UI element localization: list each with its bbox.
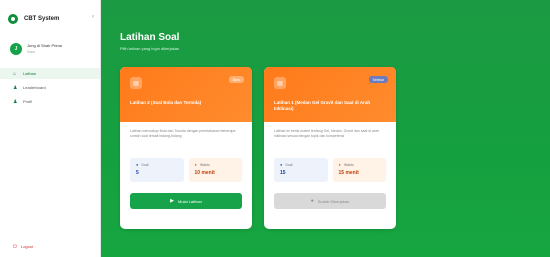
card-stats: ● Soal 15 ● Waktu 15 menit	[274, 158, 386, 182]
home-icon: ⌂	[13, 70, 17, 77]
stat-value: 15 menit	[338, 170, 359, 176]
stat-label: Waktu	[199, 162, 210, 167]
sidebar-item-leaderboard[interactable]: ♟ Leaderboard	[0, 82, 100, 93]
exercise-card: ▤ Selesai Latihan 1 (Medan Gel Gravit da…	[264, 67, 396, 229]
stat-value: 15	[280, 170, 286, 176]
sidebar-item-label: Profil	[23, 99, 33, 104]
time-stat: ● Waktu 10 menit	[188, 158, 242, 182]
status-badge: Baru	[228, 76, 244, 83]
status-badge: Selesai	[368, 76, 388, 83]
question-icon: ●	[136, 162, 139, 167]
brand: CBT System ‹	[8, 12, 98, 26]
exercise-card: ▤ Baru Latihan 2 (Soal Bola dan Toroida)…	[120, 67, 252, 229]
play-icon: ▶	[170, 198, 175, 204]
card-header: ▤ Selesai Latihan 1 (Medan Gel Gravit da…	[264, 67, 396, 122]
avatar: J	[10, 43, 22, 55]
card-description: Latihan ini berisi materi tentang Gel, M…	[274, 129, 380, 138]
sidebar-item-label: Latihan	[23, 71, 37, 76]
question-count-stat: ● Soal 15	[274, 158, 328, 182]
clock-icon: ●	[194, 162, 197, 167]
main-content: Latihan Soal Pilih latihan yang ingin di…	[101, 0, 550, 257]
clock-icon: ●	[338, 162, 341, 167]
logout-button[interactable]: ⏻ Logout	[13, 242, 33, 251]
check-icon: ●	[310, 198, 314, 204]
button-label: Sudah Dikerjakan	[317, 198, 350, 204]
question-icon: ●	[280, 162, 283, 167]
stat-value: 10 menit	[194, 170, 215, 176]
user-role: Guru	[27, 50, 35, 54]
brand-logo-icon	[8, 14, 18, 24]
page-subtitle: Pilih latihan yang ingin dikerjakan	[120, 46, 180, 51]
start-exercise-button[interactable]: ▶ Mulai Latihan	[130, 193, 242, 209]
user-icon: ♟	[13, 98, 18, 105]
logout-label: Logout	[20, 244, 34, 249]
time-stat: ● Waktu 15 menit	[332, 158, 386, 182]
book-icon: ▤	[130, 77, 142, 89]
sidebar-item-profil[interactable]: ♟ Profil	[0, 96, 100, 107]
sidebar-item-label: Leaderboard	[23, 85, 46, 90]
stat-label: Waktu	[343, 162, 354, 167]
sidebar-item-latihan[interactable]: ⌂ Latihan	[0, 68, 100, 79]
stat-value: 5	[136, 170, 139, 176]
sidebar: CBT System ‹ J Jung di Shah Prima Guru ⌂…	[0, 0, 101, 257]
card-header: ▤ Baru Latihan 2 (Soal Bola dan Toroida)	[120, 67, 252, 122]
user-shield-icon: ♟	[13, 84, 18, 91]
button-label: Mulai Latihan	[178, 198, 202, 204]
sidebar-nav: ⌂ Latihan ♟ Leaderboard ♟ Profil	[0, 68, 100, 110]
page-title: Latihan Soal	[120, 32, 180, 43]
card-title: Latihan 2 (Soal Bola dan Toroida)	[130, 100, 202, 105]
completed-exercise-button[interactable]: ● Sudah Dikerjakan	[274, 193, 386, 209]
power-icon: ⏻	[13, 243, 17, 250]
brand-name: CBT System	[24, 16, 60, 22]
card-stats: ● Soal 5 ● Waktu 10 menit	[130, 158, 242, 182]
stat-label: Soal	[141, 162, 149, 167]
stat-label: Soal	[285, 162, 293, 167]
collapse-sidebar-icon[interactable]: ‹	[92, 14, 94, 20]
user-profile[interactable]: J Jung di Shah Prima Guru	[10, 40, 96, 58]
card-title: Latihan 1 (Medan Gel Gravit dan Saat di …	[274, 100, 371, 111]
question-count-stat: ● Soal 5	[130, 158, 184, 182]
book-icon: ▤	[274, 77, 286, 89]
card-description: Latihan mencakup Bola dan Toroida dengan…	[130, 129, 236, 138]
